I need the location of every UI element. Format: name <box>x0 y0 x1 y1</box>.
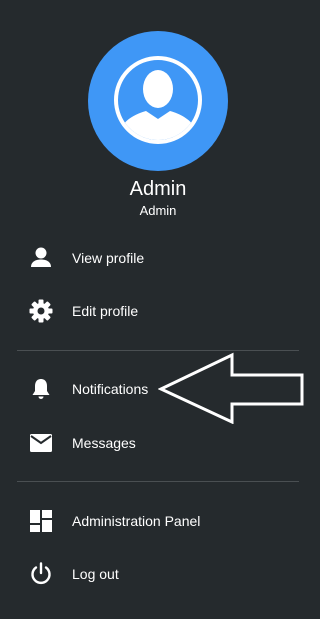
user-avatar-icon <box>88 31 228 171</box>
person-icon <box>28 245 54 271</box>
menu-label-messages: Messages <box>72 435 136 451</box>
envelope-icon <box>28 430 54 456</box>
user-role: Admin <box>139 203 177 218</box>
menu-label-notifications: Notifications <box>72 381 149 397</box>
pointer-arrow-icon <box>157 352 308 425</box>
avatar[interactable] <box>88 31 228 171</box>
menu-item-edit-profile[interactable]: Edit profile <box>0 291 316 331</box>
menu-item-view-profile[interactable]: View profile <box>0 238 316 278</box>
menu-label-log-out: Log out <box>72 566 119 582</box>
menu-label-administration-panel: Administration Panel <box>72 513 201 529</box>
user-name: Admin <box>129 178 187 200</box>
dashboard-icon <box>28 508 54 534</box>
menu-label-edit-profile: Edit profile <box>72 303 139 319</box>
divider <box>17 481 299 482</box>
power-icon <box>28 561 54 587</box>
menu-item-messages[interactable]: Messages <box>0 423 316 463</box>
menu-item-administration-panel[interactable]: Administration Panel <box>0 501 316 541</box>
divider <box>17 350 299 351</box>
bell-icon <box>28 376 54 402</box>
menu-item-log-out[interactable]: Log out <box>0 554 316 594</box>
menu-label-view-profile: View profile <box>72 250 145 266</box>
gear-icon <box>28 298 54 324</box>
